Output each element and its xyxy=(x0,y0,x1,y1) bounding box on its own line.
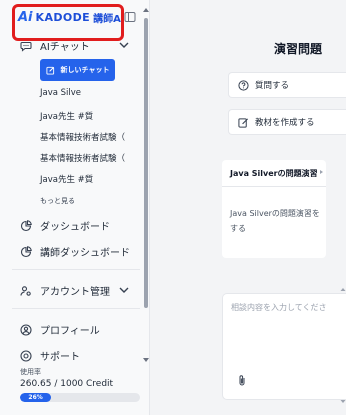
card-scroll-right-arrow[interactable] xyxy=(320,170,323,174)
card-title: Java Silverの問題演習 xyxy=(230,169,318,178)
user-circle-icon xyxy=(20,323,32,336)
pie-chart-icon xyxy=(20,245,32,257)
question-circle-icon xyxy=(238,79,249,91)
practice-card[interactable]: Java Silverの問題演習 Java Silverの問題演習をする xyxy=(222,160,326,258)
create-material-label: 教材を作成する xyxy=(255,118,315,128)
nav-account-label: アカウント管理 xyxy=(40,287,110,298)
nav-profile-label: プロフィール xyxy=(40,326,100,337)
nav-ai-chat[interactable]: AIチャット xyxy=(20,38,90,53)
scroll-up-arrow[interactable] xyxy=(143,8,149,12)
chat-history-item[interactable]: 基本情報技術者試験（ xyxy=(40,131,125,143)
main-scrollbar[interactable] xyxy=(340,288,346,408)
edit-icon xyxy=(238,117,249,128)
chat-input-box xyxy=(222,293,346,400)
nav-dashboard[interactable]: ダッシュボード xyxy=(20,218,110,233)
usage-label: 使用率 xyxy=(20,368,41,376)
nav-dashboard-label: ダッシュボード xyxy=(40,222,110,233)
nav-teacher-dashboard-label: 講師ダッシュボード xyxy=(40,248,130,259)
sidebar: Ai KADODE 講師AI AIチャット 新しいチャット Java Silve… xyxy=(0,0,150,415)
show-more-link[interactable]: もっと見る xyxy=(40,196,75,206)
nav-profile[interactable]: プロフィール xyxy=(20,322,100,337)
collapse-sidebar-icon[interactable] xyxy=(124,11,136,23)
card-divider xyxy=(222,186,326,187)
support-icon xyxy=(20,349,32,362)
sidebar-divider xyxy=(12,269,140,270)
chat-history-item[interactable]: Java Silve xyxy=(40,88,81,98)
edit-icon xyxy=(45,66,54,75)
nav-account-management[interactable]: アカウント管理 xyxy=(20,283,110,298)
chat-history-item[interactable]: Java先生 #質 xyxy=(40,110,93,122)
nav-support-label: サポート xyxy=(40,352,80,363)
chat-history-item[interactable]: 基本情報技術者試験（ xyxy=(40,152,125,164)
chevron-down-icon[interactable] xyxy=(118,40,130,50)
new-chat-label: 新しいチャット xyxy=(60,66,110,74)
ask-question-button[interactable]: 質問する xyxy=(228,72,346,98)
nav-ai-chat-label: AIチャット xyxy=(40,42,90,53)
sidebar-scrollbar-thumb[interactable] xyxy=(144,18,148,308)
nav-teacher-dashboard[interactable]: 講師ダッシュボード xyxy=(20,244,130,259)
new-chat-button[interactable]: 新しいチャット xyxy=(40,59,115,81)
usage-progress-fill: 26% xyxy=(20,393,52,402)
create-material-button[interactable]: 教材を作成する xyxy=(228,109,346,135)
annotation-highlight-box xyxy=(12,4,124,41)
paperclip-icon[interactable] xyxy=(237,374,247,387)
nav-support[interactable]: サポート xyxy=(20,348,80,363)
ask-question-label: 質問する xyxy=(255,81,290,91)
chat-input[interactable] xyxy=(231,302,343,342)
chat-icon xyxy=(20,41,32,52)
usage-panel: 使用率 260.65 / 1000 Credit 26% xyxy=(0,362,149,415)
chevron-down-icon[interactable] xyxy=(118,285,130,295)
page-title: 演習問題 xyxy=(274,42,323,56)
users-gear-icon xyxy=(20,285,31,296)
pie-chart-icon xyxy=(20,219,32,231)
chat-history-item[interactable]: Java先生 #質 xyxy=(40,173,93,185)
sidebar-divider xyxy=(12,308,140,309)
usage-progress-bar: 26% xyxy=(20,393,140,402)
card-description: Java Silverの問題演習をする xyxy=(230,209,320,233)
usage-value: 260.65 / 1000 Credit xyxy=(20,379,114,389)
